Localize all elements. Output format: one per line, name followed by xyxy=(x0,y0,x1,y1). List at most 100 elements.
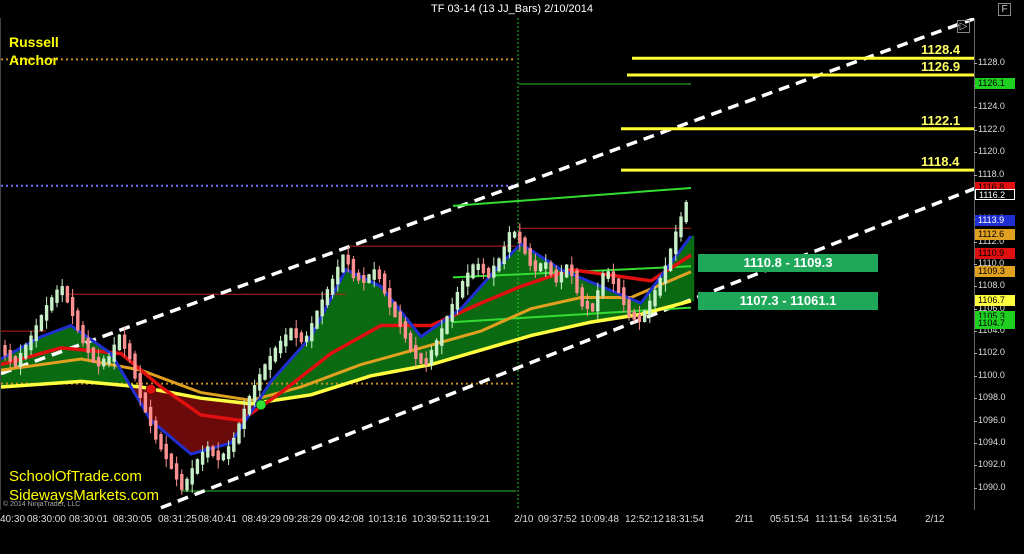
cloud-segment xyxy=(216,399,221,448)
price-bar xyxy=(653,290,657,307)
footer-bar xyxy=(0,530,1024,554)
cloud-segment xyxy=(189,395,194,454)
cloud-segment xyxy=(285,360,290,399)
cloud-segment xyxy=(495,265,500,347)
price-bar xyxy=(112,344,116,362)
price-bar xyxy=(606,271,610,279)
price-bar xyxy=(580,287,584,307)
time-tick-label: 09:28:29 xyxy=(283,514,322,525)
price-tick-label: 1100.0 xyxy=(974,369,1005,380)
price-bar xyxy=(507,232,512,253)
cloud-segment xyxy=(519,244,524,340)
price-bar xyxy=(289,328,293,341)
price-bar xyxy=(154,420,158,440)
price-bar xyxy=(133,353,137,379)
time-tick-label: 2/11 xyxy=(735,514,754,525)
cloud-segment xyxy=(348,270,353,384)
price-bar xyxy=(362,274,366,284)
price-bar xyxy=(320,299,324,317)
time-tick-label: 08:30:01 xyxy=(69,514,108,525)
price-bar xyxy=(674,231,678,255)
price-bar xyxy=(590,303,595,312)
cloud-segment xyxy=(504,256,509,344)
price-bar xyxy=(34,325,38,342)
format-button[interactable]: F xyxy=(998,3,1011,16)
cloud-segment xyxy=(54,329,59,384)
price-tick-label: 1102.0 xyxy=(974,347,1005,358)
cloud-segment xyxy=(336,280,341,387)
price-marker: 1126.1 xyxy=(975,78,1015,90)
price-bar xyxy=(96,356,101,367)
price-bar xyxy=(148,406,153,427)
cloud-segment xyxy=(471,292,476,354)
cloud-segment xyxy=(303,340,308,397)
price-bar xyxy=(18,352,23,367)
price-marker: 1116.2 xyxy=(975,189,1015,201)
price-bar xyxy=(559,271,564,283)
price-chart[interactable]: Russell Anchor SchoolOfTrade.com Sideway… xyxy=(0,18,975,510)
price-bar xyxy=(138,373,142,398)
cloud-segment xyxy=(339,275,344,386)
price-marker: 1109.3 xyxy=(975,266,1015,278)
time-tick-label: 09:37:52 xyxy=(538,514,577,525)
cloud-segment xyxy=(60,327,65,384)
cloud-segment xyxy=(477,285,482,352)
price-bar xyxy=(434,340,439,356)
price-bar xyxy=(668,248,673,272)
price-bar xyxy=(372,269,376,280)
price-bar xyxy=(268,355,272,370)
cloud-segment xyxy=(513,247,518,341)
cloud-segment xyxy=(210,399,215,449)
time-tick-label: 16:31:54 xyxy=(858,514,897,525)
cloud-segment xyxy=(165,391,170,437)
cloud-segment xyxy=(381,286,386,375)
time-tick-label: 08:49:29 xyxy=(242,514,281,525)
cloud-segment xyxy=(453,311,458,359)
price-bar xyxy=(226,446,231,460)
time-tick-label: 10:13:16 xyxy=(368,514,407,525)
collapse-panel-button[interactable]: ▷ xyxy=(957,20,970,33)
cloud-segment xyxy=(207,398,212,450)
price-bar xyxy=(544,262,548,269)
price-bar xyxy=(351,258,356,279)
site-label-1: SchoolOfTrade.com xyxy=(9,468,142,485)
cloud-segment xyxy=(66,325,71,383)
price-tick-label: 1120.0 xyxy=(974,146,1005,157)
price-bar xyxy=(523,237,527,254)
price-bar xyxy=(128,343,132,360)
price-bar xyxy=(367,274,371,284)
price-tick-label: 1124.0 xyxy=(974,101,1005,112)
price-bar xyxy=(336,266,340,285)
cloud-segment xyxy=(501,259,506,345)
cloud-segment xyxy=(588,280,593,323)
price-bar xyxy=(575,270,579,293)
cloud-segment xyxy=(510,250,515,342)
price-tick-label: 1098.0 xyxy=(974,392,1006,403)
price-bar xyxy=(258,374,262,391)
price-axis[interactable]: F 1090.0 1092.0 1094.0 1096.0 1098.0 1100.0 11… xyxy=(973,3,1024,510)
copyright-label: © 2014 NinjaTrader, LLC xyxy=(3,501,81,508)
cloud-segment xyxy=(297,347,302,398)
time-tick-label: 08:40:41 xyxy=(198,514,237,525)
price-bar xyxy=(679,216,683,238)
price-bar xyxy=(585,300,590,309)
price-marker: 1106.7 xyxy=(975,295,1015,307)
price-bar xyxy=(377,269,382,280)
price-bar xyxy=(341,254,345,273)
price-tick-label: 1090.0 xyxy=(974,481,1006,492)
cloud-segment xyxy=(69,325,74,383)
cloud-segment xyxy=(168,391,173,439)
time-tick-label: 08:30:00 xyxy=(27,514,66,525)
cloud-segment xyxy=(201,398,206,452)
cloud-segment xyxy=(48,332,53,384)
time-axis[interactable]: 40:30 08:30:00 08:30:01 08:30:05 08:31:25 08:… xyxy=(0,510,975,530)
signal-dot xyxy=(255,399,267,411)
price-bar xyxy=(190,468,194,485)
price-level-label: 1122.1 xyxy=(921,112,961,128)
time-tick-label: 2/10 xyxy=(514,514,534,525)
price-bar xyxy=(632,311,636,320)
price-bar xyxy=(221,453,226,461)
price-bar xyxy=(408,332,413,351)
price-bar xyxy=(429,349,434,366)
cloud-segment xyxy=(507,253,512,343)
